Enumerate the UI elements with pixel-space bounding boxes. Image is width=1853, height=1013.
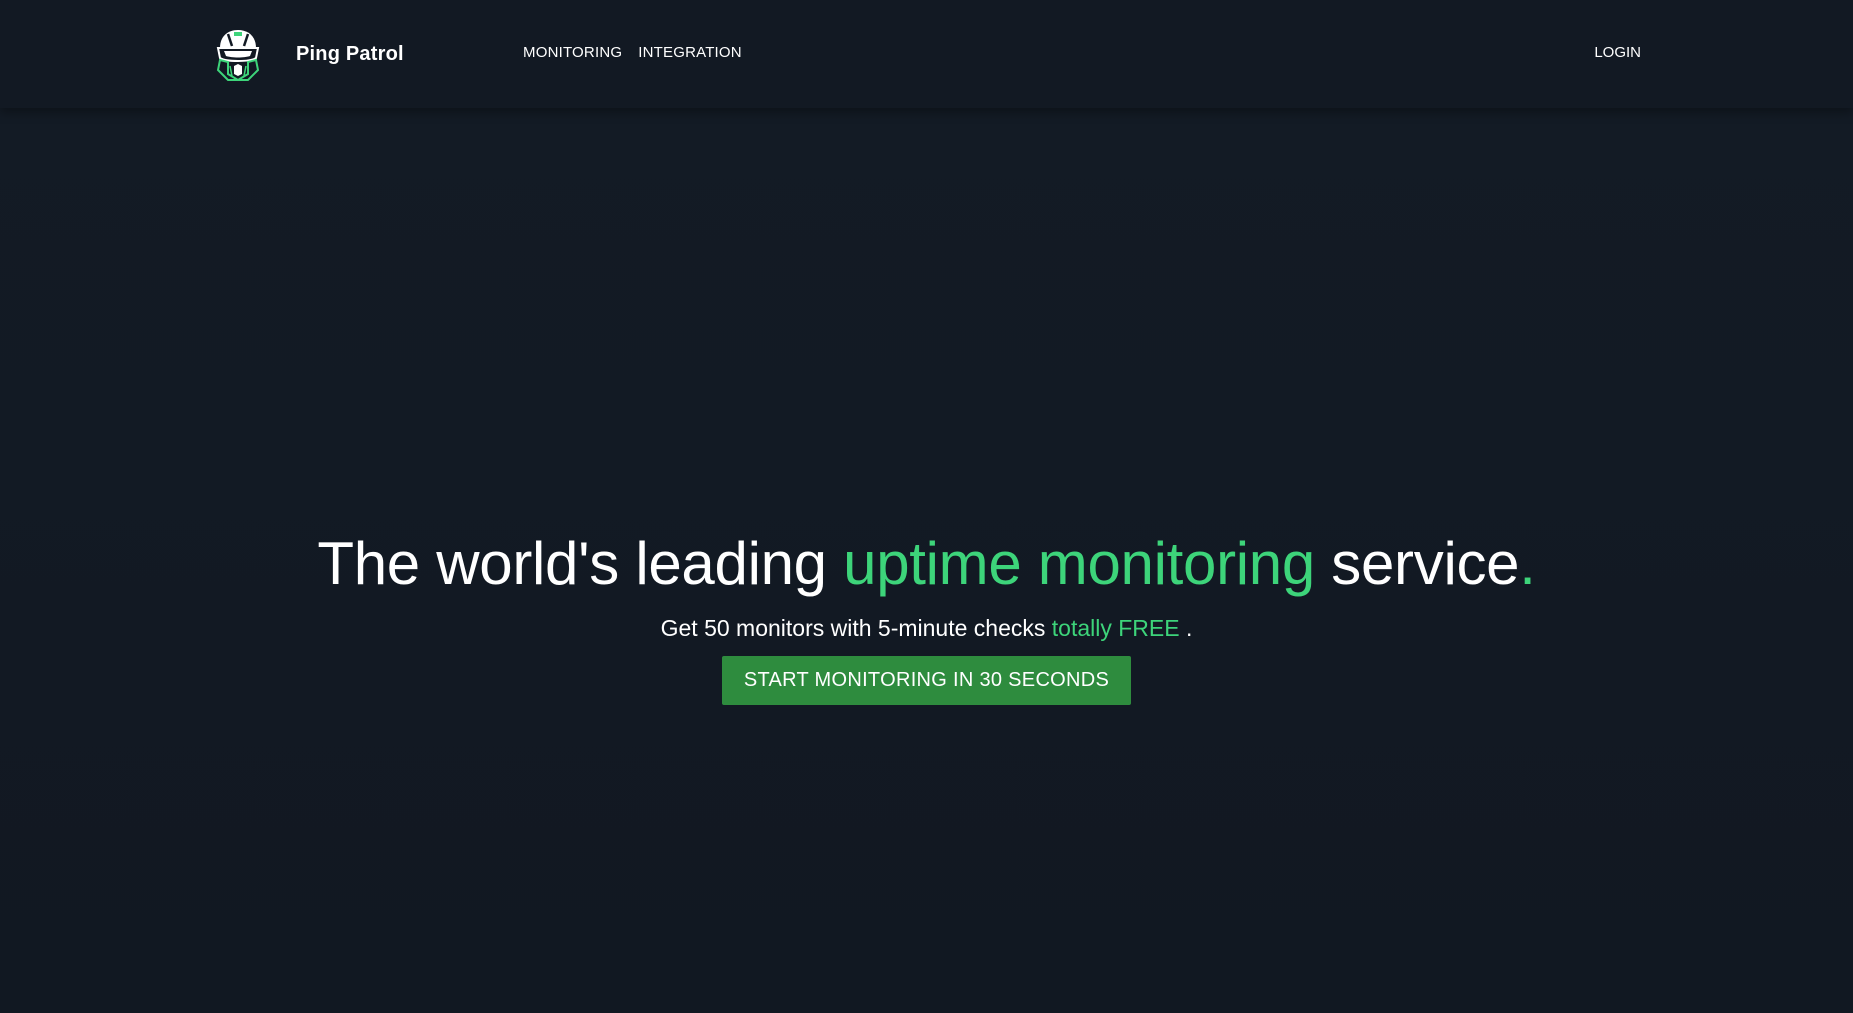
page: Ping Patrol MONITORING INTEGRATION LOGIN… — [0, 0, 1853, 1013]
headline-period: . — [1519, 530, 1536, 597]
headline-accent-text: uptime monitoring — [843, 530, 1315, 597]
brand-home-link[interactable]: Ping Patrol — [214, 26, 404, 82]
helmet-icon — [216, 30, 260, 82]
hero-content: The world's leading uptime monitoring se… — [0, 528, 1853, 705]
headline-text-start: The world's leading — [317, 530, 844, 597]
headline-text-end: service — [1314, 530, 1520, 597]
nav-item-integration[interactable]: INTEGRATION — [638, 44, 742, 61]
brand-name: Ping Patrol — [296, 42, 404, 65]
hero-section: The world's leading uptime monitoring se… — [0, 108, 1853, 1013]
hero-headline: The world's leading uptime monitoring se… — [0, 528, 1853, 600]
main-nav: MONITORING INTEGRATION — [523, 44, 742, 61]
hero-subline: Get 50 monitors with 5-minute checks tot… — [0, 612, 1853, 644]
subline-text-end: . — [1179, 615, 1193, 641]
top-navbar: Ping Patrol MONITORING INTEGRATION LOGIN — [0, 0, 1853, 108]
subline-text-start: Get 50 monitors with 5-minute checks — [660, 615, 1052, 641]
start-monitoring-button[interactable]: START MONITORING IN 30 SECONDS — [721, 656, 1132, 705]
subline-accent-text: totally FREE — [1051, 615, 1180, 641]
login-link[interactable]: LOGIN — [1594, 44, 1641, 61]
nav-item-monitoring[interactable]: MONITORING — [523, 44, 622, 61]
